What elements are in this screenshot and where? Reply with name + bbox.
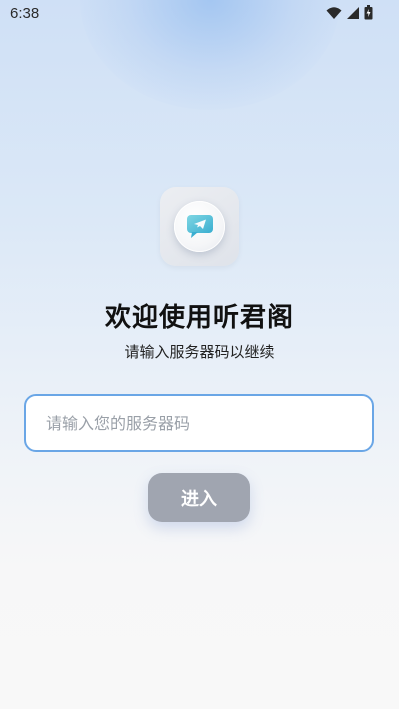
app-logo (160, 187, 239, 266)
cellular-signal-icon (346, 5, 360, 24)
status-bar: 6:38 (0, 0, 399, 28)
welcome-subtitle: 请输入服务器码以继续 (124, 343, 275, 361)
welcome-title: 欢迎使用听君阁 (104, 303, 294, 333)
enter-button[interactable]: 进入 (148, 473, 250, 522)
server-code-field[interactable] (24, 394, 374, 452)
server-code-input[interactable] (26, 396, 372, 450)
battery-icon (364, 4, 373, 24)
status-time: 6:38 (10, 5, 40, 22)
message-send-icon (187, 215, 213, 243)
wifi-icon (326, 5, 342, 24)
status-icons (326, 4, 373, 24)
